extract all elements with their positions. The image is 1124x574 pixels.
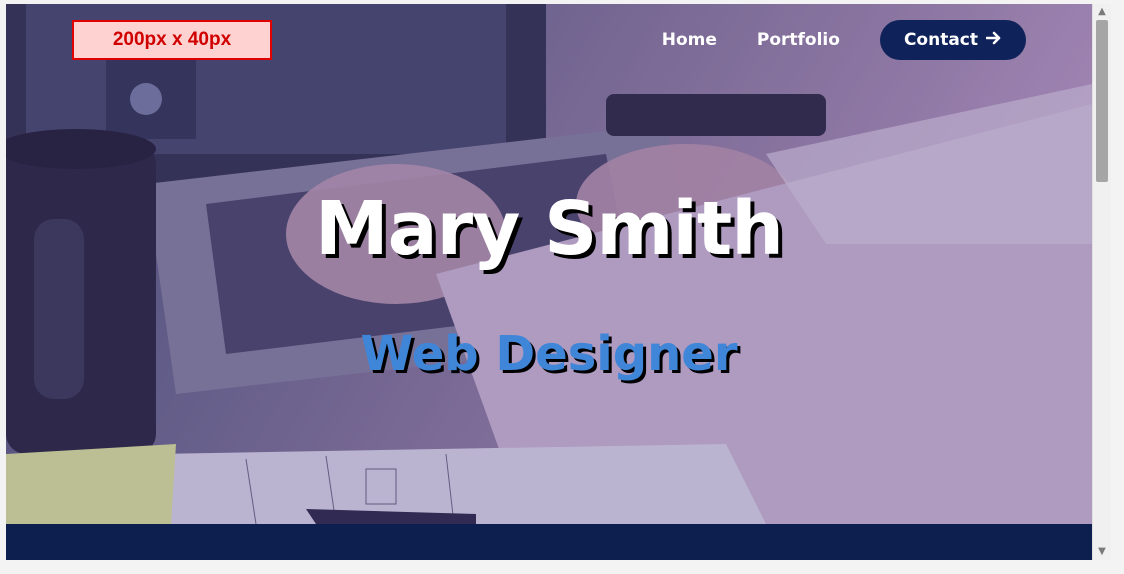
browser-window: 200px x 40px Home Portfolio Contact Mary… [0, 0, 1124, 574]
scroll-down-icon[interactable]: ▼ [1093, 544, 1111, 560]
arrow-right-icon [985, 30, 1002, 50]
nav-link-home[interactable]: Home [662, 30, 717, 50]
scrollbar-thumb[interactable] [1096, 20, 1108, 182]
scroll-up-icon[interactable]: ▲ [1093, 4, 1111, 20]
logo-placeholder[interactable]: 200px x 40px [72, 20, 272, 60]
vertical-scrollbar[interactable]: ▲ ▼ [1092, 4, 1111, 560]
contact-button[interactable]: Contact [879, 20, 1026, 60]
hero-section: 200px x 40px Home Portfolio Contact Mary… [6, 4, 1092, 524]
page-viewport: 200px x 40px Home Portfolio Contact Mary… [6, 4, 1092, 560]
hero-subtitle: Web Designer [360, 326, 738, 382]
next-section-band [6, 524, 1092, 560]
contact-button-label: Contact [903, 30, 978, 50]
main-navigation: Home Portfolio Contact [662, 20, 1026, 60]
nav-link-portfolio[interactable]: Portfolio [757, 30, 840, 50]
hero-title: Mary Smith [315, 186, 784, 272]
